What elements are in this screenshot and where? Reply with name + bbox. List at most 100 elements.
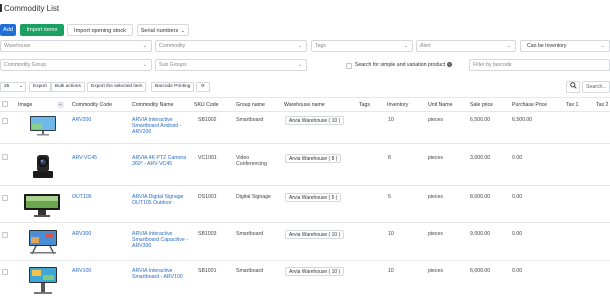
sale-price: 9,000.00 — [470, 231, 491, 237]
purchase-price: 0.00 — [512, 155, 523, 161]
table-search-input[interactable]: Search... — [582, 81, 610, 93]
import-items-button[interactable]: Import items — [20, 24, 64, 36]
col-commodity-name[interactable]: Commodity Name — [132, 102, 174, 108]
row-divider — [0, 222, 610, 223]
chevron-down-icon: ⌄ — [403, 43, 408, 49]
row-checkbox[interactable] — [2, 269, 8, 275]
bulk-actions-button[interactable]: Bulk actions — [51, 82, 85, 92]
chevron-down-icon: ⌄ — [180, 28, 185, 34]
warehouse-tag: Arvia Warehouse ( 5 ) — [285, 193, 342, 202]
commodity-name-link[interactable]: ARVIA Interactive Smartboard - ARV100 — [132, 268, 190, 280]
commodity-name-link[interactable]: ARVIA Digital Signage OUT105 Outdoor — [132, 194, 190, 206]
sku-code: SB1001 — [198, 268, 217, 274]
search-variation-checkbox[interactable] — [346, 63, 352, 69]
tags-filter[interactable]: Tags ⌄ — [311, 40, 413, 52]
product-image[interactable] — [26, 266, 60, 298]
sale-price: 8,000.00 — [470, 194, 491, 200]
commodity-code-link[interactable]: ARV300 — [72, 231, 91, 237]
table-search-placeholder: Search... — [586, 84, 607, 90]
col-tax-1[interactable]: Tax 1 — [566, 102, 578, 108]
commodity-filter[interactable]: Commodity ⌄ — [155, 40, 307, 52]
refresh-icon[interactable]: ⟳ — [196, 82, 210, 92]
unit-name: pieces — [428, 117, 443, 123]
import-opening-stock-button[interactable]: Import opening stock — [67, 24, 133, 36]
sku-code: SB1002 — [198, 117, 217, 123]
barcode-filter-input[interactable]: Filter by barcode — [469, 59, 610, 71]
sale-price: 3,000.00 — [470, 155, 491, 161]
row-checkbox[interactable] — [2, 195, 8, 201]
barcode-printing-button[interactable]: Barcode Printing — [151, 82, 195, 92]
col-unit-name[interactable]: Unit Name — [428, 102, 453, 108]
product-image[interactable] — [28, 151, 58, 183]
commodity-name-link[interactable]: ARVIA Interactive Smartboard Capacitive … — [132, 231, 190, 250]
col-tax-2[interactable]: Tax 2 — [596, 102, 608, 108]
col-sale-price[interactable]: Sale price — [470, 102, 493, 108]
add-button[interactable]: Add — [0, 24, 16, 36]
export-button[interactable]: Export — [29, 82, 51, 92]
commodity-code-link[interactable]: OUT105 — [72, 194, 92, 200]
inventory-value: 10 — [388, 231, 394, 237]
row-divider — [0, 260, 610, 261]
commodity-name-link[interactable]: ARVIA Interactive Smartboard Android - A… — [132, 117, 190, 136]
col-warehouse-name[interactable]: Warehouse name — [284, 102, 325, 108]
warehouse-tag: Arvia Warehouse ( 10 ) — [285, 230, 345, 239]
inventory-filter-label: Can be Inventory — [527, 43, 567, 49]
unit-name: pieces — [428, 231, 443, 237]
commodity-code-link[interactable]: ARV200 — [72, 117, 91, 123]
group-name: Video Conferencing — [236, 155, 267, 168]
inventory-value: 5 — [388, 194, 391, 200]
warehouse-tag: Arvia Warehouse ( 10 ) — [285, 116, 345, 125]
sort-chevron-icon[interactable]: ⌄ — [57, 101, 64, 108]
select-all-checkbox[interactable] — [2, 101, 8, 107]
row-divider — [0, 143, 610, 144]
search-icon[interactable] — [566, 81, 580, 93]
group-name: Smartboard — [236, 268, 264, 274]
chevron-down-icon: ⌄ — [142, 62, 147, 68]
chevron-down-icon: ⌄ — [142, 43, 147, 49]
warehouse-filter[interactable]: Warehouse ⌄ — [0, 40, 152, 52]
product-image[interactable] — [22, 192, 62, 220]
serial-numbers-button[interactable]: Serial numbers ⌄ — [137, 24, 189, 36]
commodity-code-link[interactable]: ARV100 — [72, 268, 91, 274]
group-name: Digital Signage — [236, 194, 271, 200]
inventory-value: 10 — [388, 268, 394, 274]
commodity-code-link[interactable]: ARV-VC45 — [72, 155, 97, 161]
row-divider — [0, 185, 610, 186]
purchase-price: 6,500.00 — [512, 117, 533, 123]
unit-name: pieces — [428, 268, 443, 274]
chevron-down-icon: ⌄ — [600, 43, 605, 49]
commodity-name-link[interactable]: ARVIA 4K PTZ Camera 360° - ARV-VC45 — [132, 155, 190, 167]
row-checkbox[interactable] — [2, 154, 8, 160]
tags-filter-label: Tags — [315, 43, 326, 49]
col-tags[interactable]: Tags — [359, 102, 370, 108]
export-selected-button[interactable]: Export the selected item — [87, 82, 147, 92]
unit-name: pieces — [428, 155, 443, 161]
list-icon — [0, 4, 2, 12]
chevron-down-icon: ⌄ — [506, 43, 511, 49]
inventory-value: 8 — [388, 155, 391, 161]
info-icon: ? — [446, 62, 452, 68]
product-image[interactable] — [26, 115, 60, 139]
col-sku-code[interactable]: SKU Code — [194, 102, 219, 108]
product-image[interactable] — [26, 229, 60, 257]
sale-price: 6,500.00 — [470, 117, 491, 123]
row-checkbox[interactable] — [2, 232, 8, 238]
col-group-name[interactable]: Group name — [236, 102, 265, 108]
alert-filter[interactable]: Alert ⌄ — [416, 40, 516, 52]
col-commodity-code[interactable]: Commodity Code — [72, 102, 112, 108]
page-size-select[interactable]: 25 ⌄ — [0, 82, 26, 92]
inventory-filter[interactable]: Can be Inventory ⌄ — [520, 40, 610, 52]
commodity-filter-label: Commodity — [159, 43, 186, 49]
col-inventory[interactable]: Inventory — [387, 102, 408, 108]
serial-numbers-label: Serial numbers — [140, 28, 179, 34]
purchase-price: 0.00 — [512, 194, 523, 200]
col-image: Image — [18, 102, 33, 108]
search-variation-label: Search for simple and variation product … — [355, 62, 452, 68]
commodity-group-filter[interactable]: Commodity Group ⌄ — [0, 59, 152, 71]
sub-groups-filter[interactable]: Sub Groups ⌄ — [155, 59, 307, 71]
purchase-price: 0.00 — [512, 231, 523, 237]
header-bottom-border — [0, 111, 610, 112]
col-purchase-price[interactable]: Purchase Price — [512, 102, 547, 108]
row-checkbox[interactable] — [2, 118, 8, 124]
search-variation-text: Search for simple and variation product — [355, 62, 446, 68]
